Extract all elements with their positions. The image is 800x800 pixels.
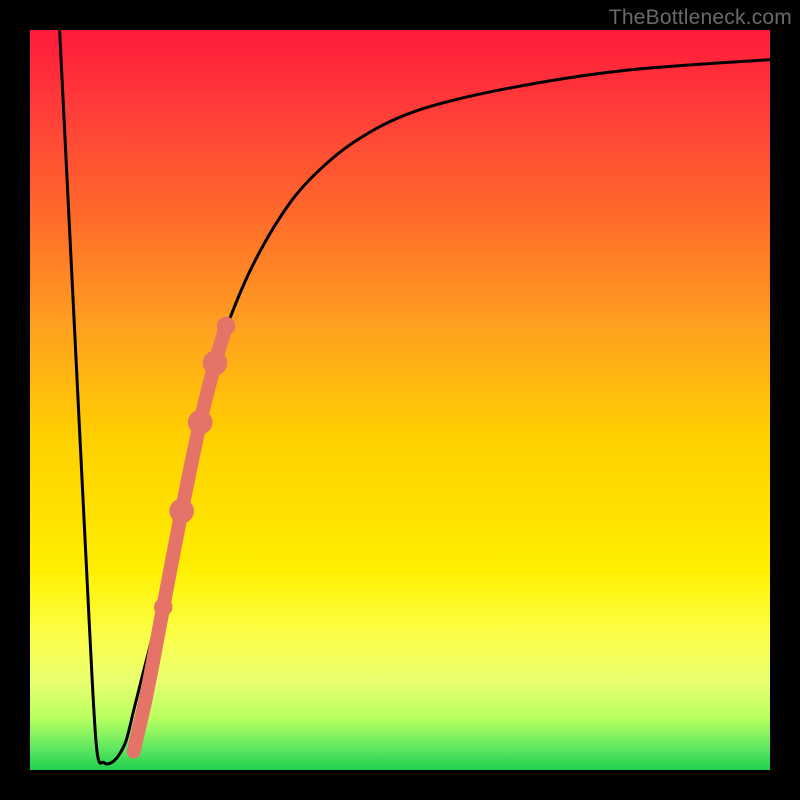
marker-dot	[129, 747, 138, 756]
marker-dot	[154, 598, 172, 616]
marker-dot	[217, 317, 235, 335]
bottleneck-markers	[129, 317, 235, 756]
marker-dot	[145, 659, 159, 673]
marker-dot	[169, 499, 194, 524]
marker-stroke	[134, 326, 227, 752]
bottleneck-curve	[60, 30, 770, 764]
marker-dot	[133, 719, 147, 733]
plot-area	[30, 30, 770, 770]
marker-dot	[203, 351, 228, 376]
curve-path	[60, 30, 770, 764]
marker-dot	[140, 699, 149, 708]
marker-dot	[188, 410, 213, 435]
curve-svg	[30, 30, 770, 770]
watermark-text: TheBottleneck.com	[609, 6, 792, 30]
chart-frame: TheBottleneck.com	[0, 0, 800, 800]
